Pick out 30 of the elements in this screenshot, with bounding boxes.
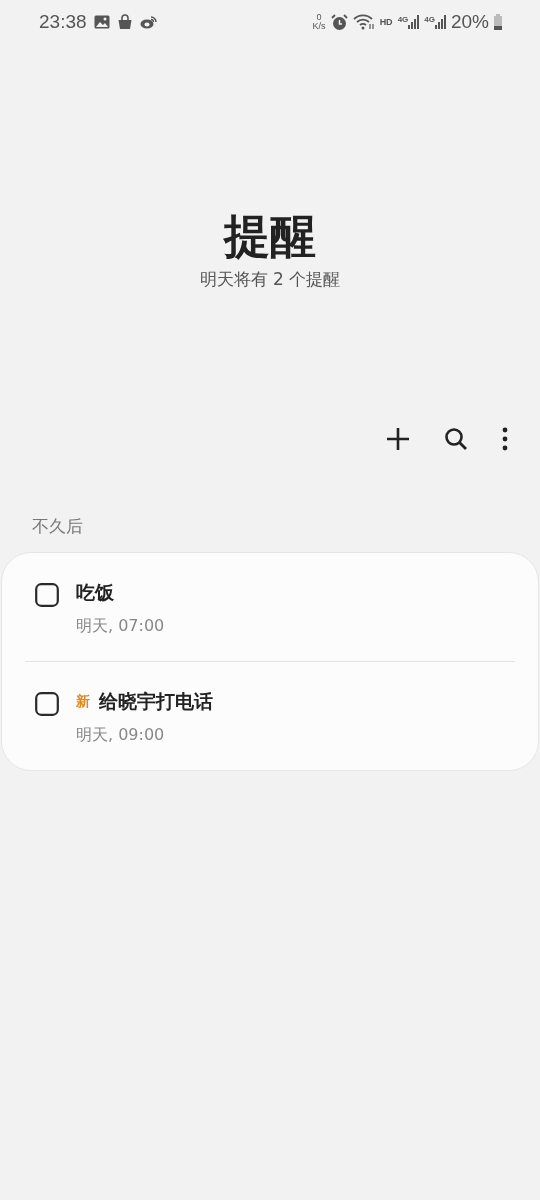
shopping-bag-icon bbox=[116, 14, 133, 30]
reminder-item[interactable]: 新 给晓宇打电话 明天, 09:00 bbox=[25, 662, 515, 770]
network-speed-value: 0 bbox=[316, 13, 322, 22]
page-subtitle: 明天将有 2 个提醒 bbox=[199, 268, 341, 291]
network-type-label: 4G bbox=[424, 15, 435, 24]
section-label: 不久后 bbox=[31, 515, 84, 538]
wifi-icon bbox=[352, 14, 375, 30]
reminder-item[interactable]: 吃饭 明天, 07:00 bbox=[25, 553, 515, 661]
reminder-time: 明天, 09:00 bbox=[76, 725, 166, 746]
reminder-title: 给晓宇打电话 bbox=[99, 689, 213, 714]
hd-label: HD bbox=[379, 17, 393, 27]
network-type-label: 4G bbox=[397, 15, 409, 24]
new-label: 新 bbox=[76, 693, 90, 711]
page-title: 提醒 bbox=[224, 208, 316, 264]
search-icon bbox=[443, 426, 469, 452]
battery-percentage: 20% bbox=[450, 11, 489, 33]
network-speed-unit: K/s bbox=[312, 22, 326, 31]
clock-time: 23:38 bbox=[39, 11, 87, 33]
reminder-time: 明天, 07:00 bbox=[76, 616, 165, 637]
image-icon bbox=[93, 15, 110, 29]
checkbox[interactable] bbox=[35, 583, 59, 607]
alarm-clock-icon bbox=[330, 13, 348, 31]
battery-icon bbox=[494, 14, 502, 30]
reminder-title: 吃饭 bbox=[76, 580, 114, 605]
checkbox[interactable] bbox=[35, 692, 59, 716]
plus-icon bbox=[385, 426, 411, 452]
weibo-icon bbox=[139, 15, 158, 29]
signal-icon bbox=[408, 15, 420, 29]
more-icon bbox=[501, 426, 509, 452]
signal-icon bbox=[434, 15, 446, 29]
